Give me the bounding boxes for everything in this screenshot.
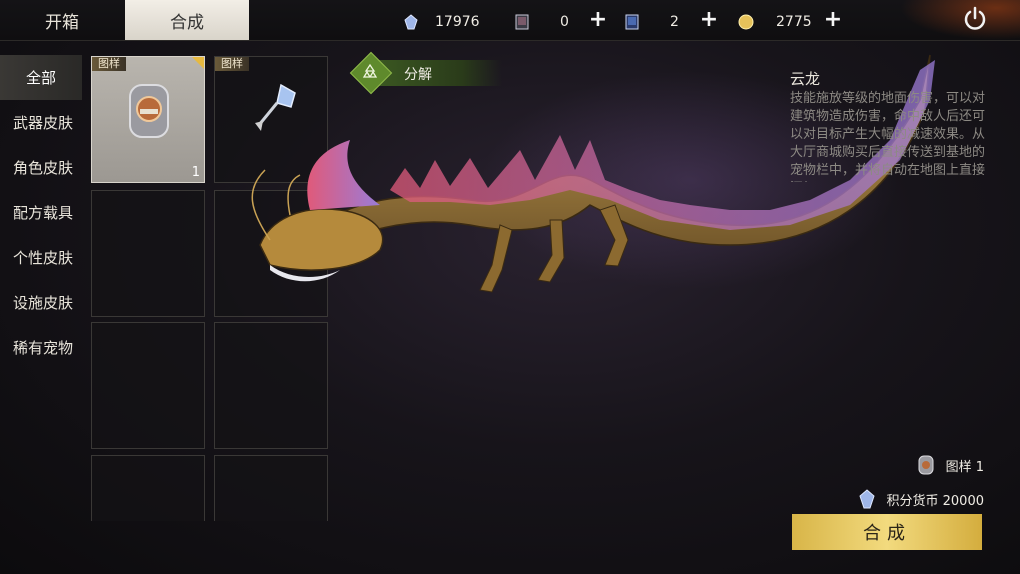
dogtag-icon	[129, 84, 169, 138]
sidebar-item-label: 武器皮肤	[12, 114, 73, 132]
dogtag-icon	[918, 455, 934, 475]
crystal-icon	[858, 489, 875, 509]
requirement-pattern-label: 图样 1	[945, 459, 984, 475]
sidebar-item-facility-skins[interactable]: 设施皮肤	[0, 280, 86, 325]
item-title: 云龙	[790, 70, 821, 88]
add-gold-button[interactable]: +	[822, 9, 844, 31]
card-a-value: 0	[560, 14, 569, 30]
sidebar-item-recipe-vehicles[interactable]: 配方载具	[0, 190, 86, 235]
tab-open-box[interactable]: 开箱	[0, 0, 124, 40]
sidebar-item-label: 配方载具	[12, 204, 73, 222]
add-card-a-button[interactable]: +	[587, 9, 609, 31]
currency-card-b: 2	[624, 10, 679, 34]
sidebar-item-label: 稀有宠物	[12, 339, 73, 357]
grid-slot-empty[interactable]	[91, 455, 205, 521]
sidebar-item-character-skins[interactable]: 角色皮肤	[0, 145, 86, 190]
card-b-value: 2	[670, 14, 679, 30]
grid-slot-empty[interactable]	[91, 322, 205, 449]
requirement-points: 积分货币 20000	[857, 488, 985, 510]
requirement-pattern: 图样 1	[916, 454, 984, 476]
sidebar-item-label: 个性皮肤	[12, 249, 73, 267]
requirement-points-label: 积分货币 20000	[886, 493, 985, 509]
tab-craft-label: 合成	[170, 12, 204, 33]
top-bar: 开箱 合成 17976 0 + 2 + 2775 +	[0, 0, 1020, 41]
sidebar-item-label: 设施皮肤	[12, 294, 73, 312]
sidebar-item-personal-skins[interactable]: 个性皮肤	[0, 235, 86, 280]
item-count: 1	[191, 165, 200, 180]
sidebar-item-all[interactable]: 全部	[0, 55, 82, 100]
item-tag: 图样	[92, 57, 126, 71]
currency-gold: 2775	[738, 10, 812, 34]
power-icon[interactable]	[960, 4, 990, 34]
gold-value: 2775	[776, 14, 812, 30]
sidebar-item-label: 角色皮肤	[12, 159, 73, 177]
card-icon	[515, 14, 529, 30]
recycle-icon	[362, 63, 378, 78]
gold-coin-icon	[738, 14, 754, 30]
currency-crystal: 17976	[403, 10, 480, 34]
selected-corner-marker	[192, 57, 204, 69]
item-description: 技能施放等级的地面伤害，可以对建筑物造成伤害，命中敌人后还可以对目标产生大幅的减…	[790, 91, 986, 182]
currency-card-a: 0	[514, 10, 569, 34]
add-card-b-button[interactable]: +	[698, 9, 720, 31]
decompose-label: 分解	[404, 67, 432, 83]
decompose-button[interactable]: 分解	[349, 51, 502, 95]
tab-craft[interactable]: 合成	[125, 0, 249, 40]
sidebar-item-rare-pets[interactable]: 稀有宠物	[0, 325, 86, 370]
category-sidebar: 全部 武器皮肤 角色皮肤 配方载具 个性皮肤 设施皮肤 稀有宠物	[0, 55, 86, 370]
craft-button[interactable]: 合成	[792, 514, 982, 550]
grid-slot-empty[interactable]	[214, 455, 328, 521]
sidebar-item-label: 全部	[25, 69, 56, 87]
tab-open-box-label: 开箱	[45, 12, 79, 33]
crystal-icon	[404, 14, 418, 30]
blue-card-icon	[625, 14, 639, 30]
grid-slot-empty[interactable]	[214, 322, 328, 449]
grid-slot-empty[interactable]	[91, 190, 205, 317]
sidebar-item-weapon-skins[interactable]: 武器皮肤	[0, 100, 86, 145]
grid-item-dogtag[interactable]: 图样 1	[91, 56, 205, 183]
crystal-value: 17976	[435, 14, 480, 30]
